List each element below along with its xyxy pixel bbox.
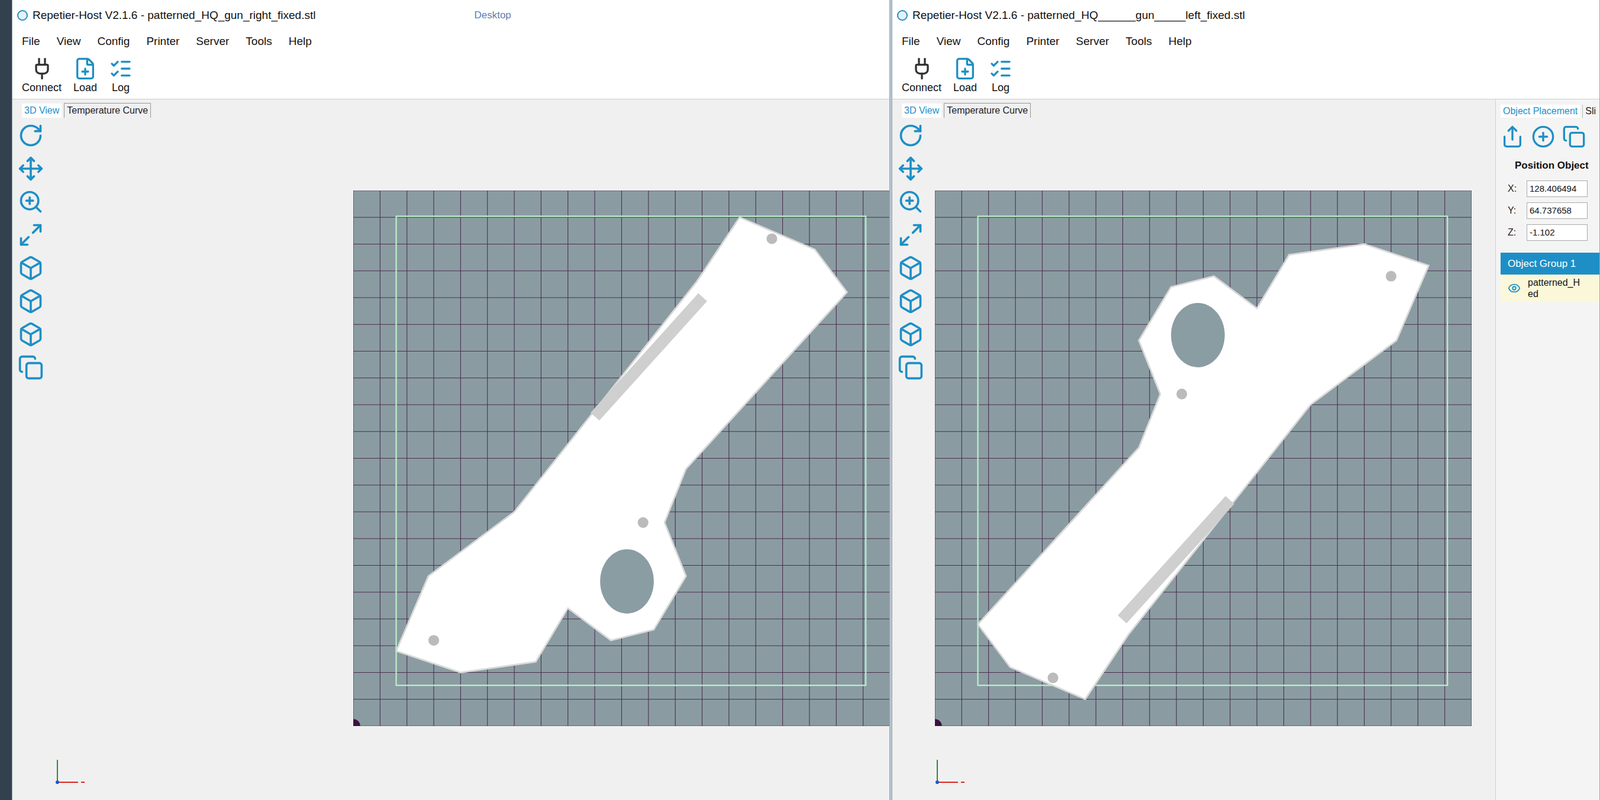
toolbar: Connect Load Log — [892, 52, 1600, 100]
menu-item[interactable]: File — [901, 33, 921, 51]
rotate-icon[interactable] — [897, 122, 924, 149]
menu-item[interactable]: Printer — [146, 33, 180, 51]
menu-item[interactable]: Config — [97, 33, 130, 51]
axis-icon — [931, 752, 967, 789]
position-field: X:128.406494 — [1507, 180, 1588, 198]
load-icon — [73, 56, 98, 81]
wire-view-icon[interactable] — [897, 288, 924, 315]
load-icon — [953, 56, 977, 81]
panel-heading: Position Object — [1495, 153, 1600, 181]
wire-view-icon[interactable] — [17, 288, 44, 315]
clone-icon[interactable] — [897, 354, 924, 381]
title-bar[interactable]: Repetier-Host V2.1.6 - patterned_HQ_gun_… — [12, 0, 890, 31]
menu-bar: File View Config Printer Server Tools Help — [892, 30, 1600, 53]
menu-item[interactable]: Help — [1168, 33, 1192, 51]
copy-icon[interactable] — [1562, 124, 1586, 149]
toolbar-button[interactable]: Load — [953, 56, 977, 95]
connect-icon — [30, 56, 54, 81]
side-panel: Object PlacementSli Position ObjectX:128.… — [1495, 99, 1600, 800]
title-bar[interactable]: Repetier-Host V2.1.6 - patterned_HQ_____… — [892, 0, 1600, 31]
toolbar-button[interactable]: Connect — [21, 56, 62, 95]
add-icon[interactable] — [1531, 124, 1556, 149]
rotate-icon[interactable] — [17, 122, 44, 149]
panel-tab[interactable]: Object Placement — [1500, 104, 1580, 118]
model-silhouette[interactable] — [978, 244, 1429, 700]
build-plate[interactable] — [353, 190, 890, 727]
axis-icon — [51, 752, 87, 789]
zoom-icon[interactable] — [17, 188, 44, 215]
panel-tab[interactable]: Sli — [1582, 104, 1599, 118]
menu-item[interactable]: View — [56, 33, 82, 51]
build-plate[interactable] — [934, 190, 1472, 727]
menu-item[interactable]: Server — [195, 33, 229, 51]
solid-view-icon[interactable] — [897, 255, 924, 282]
toolbar: Connect Load Log — [12, 52, 890, 100]
view-tabs: 3D ViewTemperature Curve — [892, 99, 1496, 118]
menu-item[interactable]: Printer — [1026, 33, 1060, 51]
move-icon[interactable] — [897, 155, 924, 182]
menu-item[interactable]: Tools — [1125, 33, 1152, 51]
view-tab[interactable]: 3D View — [21, 103, 62, 118]
toolbar-button[interactable]: Load — [73, 56, 98, 95]
toolbar-button[interactable]: Connect — [901, 56, 942, 95]
window-title: Repetier-Host V2.1.6 - patterned_HQ_____… — [912, 7, 1245, 25]
edge-view-icon[interactable] — [17, 321, 44, 348]
visibility-icon[interactable] — [1507, 281, 1521, 295]
position-input[interactable]: 64.737658 — [1526, 202, 1588, 219]
object-group-header[interactable]: Object Group 1 — [1500, 252, 1600, 276]
desktop-strip — [0, 0, 12, 800]
view-tab[interactable]: Temperature Curve — [63, 102, 151, 118]
panel-tabs: Object PlacementSli — [1495, 99, 1600, 118]
app-logo-icon — [17, 10, 28, 21]
toolbar-button[interactable]: Log — [108, 56, 133, 95]
log-icon — [988, 56, 1013, 81]
export-icon[interactable] — [1500, 124, 1525, 149]
desktop: Repetier-Host V2.1.6 - patterned_HQ_gun_… — [0, 0, 1600, 800]
3d-canvas[interactable] — [928, 117, 1496, 800]
fit-icon[interactable] — [17, 221, 44, 248]
log-icon — [108, 56, 133, 81]
background-window-label: Desktop — [473, 7, 511, 24]
3d-canvas[interactable] — [49, 117, 890, 800]
menu-item[interactable]: View — [936, 33, 961, 51]
menu-item[interactable]: Server — [1075, 33, 1109, 51]
edge-view-icon[interactable] — [897, 321, 924, 348]
zoom-icon[interactable] — [897, 188, 924, 215]
app-logo-icon — [897, 10, 908, 21]
view-tab[interactable]: 3D View — [901, 103, 942, 118]
menu-item[interactable]: Help — [288, 33, 312, 51]
model-silhouette[interactable] — [396, 217, 848, 673]
menu-item[interactable]: Config — [976, 33, 1010, 51]
toolbar-button[interactable]: Log — [988, 56, 1013, 95]
view-tabs: 3D ViewTemperature Curve — [12, 99, 890, 118]
view-tools — [12, 117, 50, 800]
menu-item[interactable]: File — [21, 33, 41, 51]
object-item[interactable]: patterned_Hed — [1500, 274, 1600, 302]
clone-icon[interactable] — [17, 354, 44, 381]
view-tab[interactable]: Temperature Curve — [943, 102, 1031, 118]
position-field: Z:-1.102 — [1507, 224, 1588, 241]
menu-bar: File View Config Printer Server Tools Help — [12, 30, 890, 53]
move-icon[interactable] — [17, 155, 44, 182]
position-field: Y:64.737658 — [1507, 202, 1588, 219]
fit-icon[interactable] — [897, 221, 924, 248]
menu-item[interactable]: Tools — [245, 33, 272, 51]
position-input[interactable]: -1.102 — [1526, 224, 1588, 241]
position-input[interactable]: 128.406494 — [1526, 180, 1588, 198]
window-title: Repetier-Host V2.1.6 - patterned_HQ_gun_… — [32, 7, 316, 25]
view-tools — [892, 117, 929, 800]
app-window: Repetier-Host V2.1.6 - patterned_HQ_gun_… — [11, 0, 890, 800]
solid-view-icon[interactable] — [17, 255, 44, 282]
connect-icon — [910, 56, 934, 81]
app-window: Repetier-Host V2.1.6 - patterned_HQ_____… — [891, 0, 1600, 800]
